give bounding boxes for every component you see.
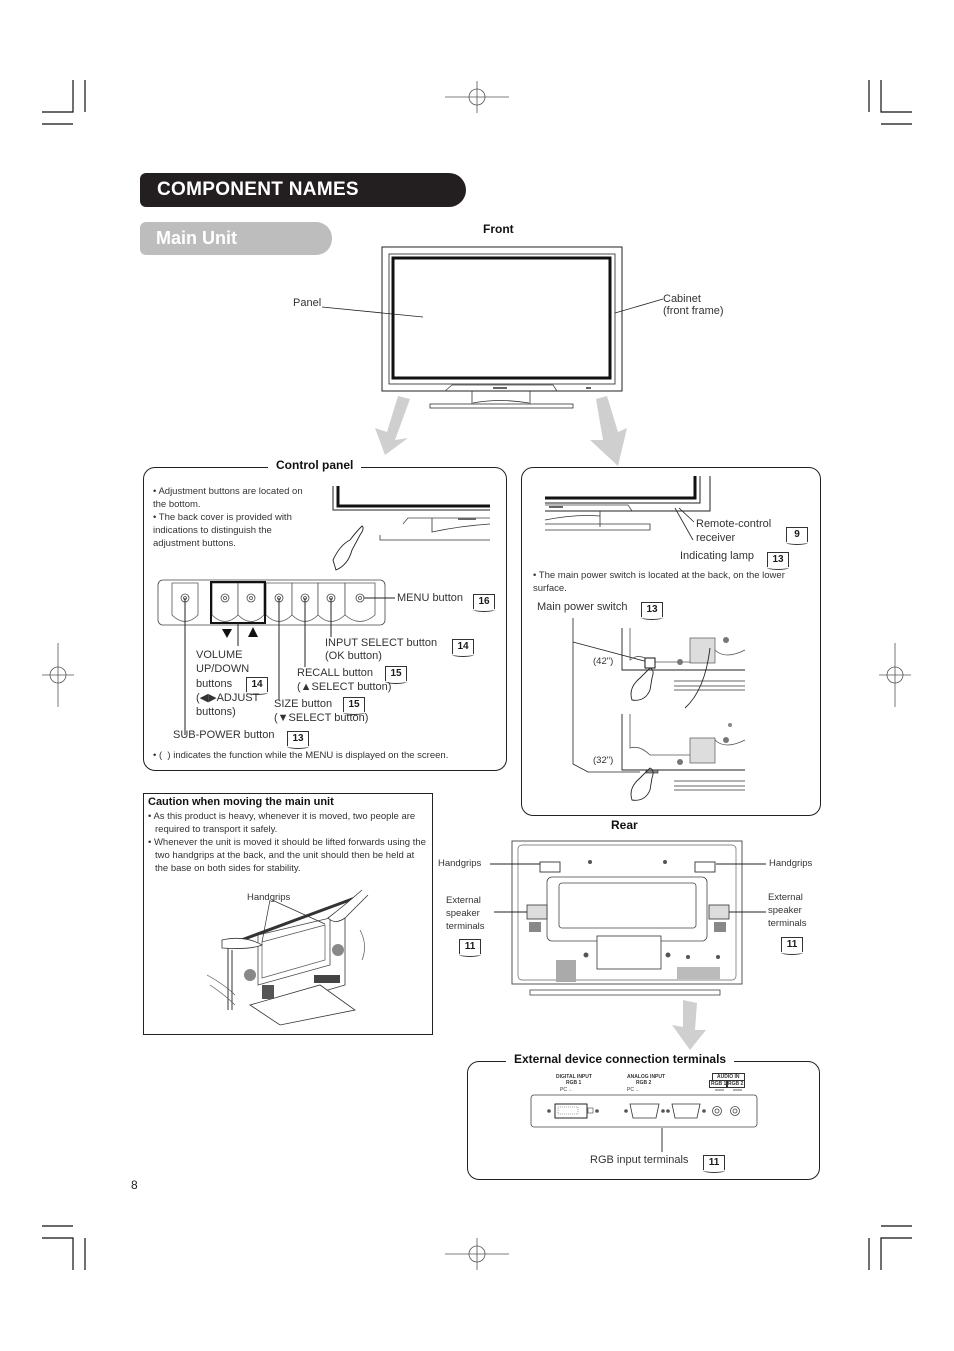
page-number: 8 bbox=[131, 1178, 138, 1192]
rgb-input-ref-badge: 11 bbox=[703, 1155, 725, 1173]
rgb-input-terminals-label: RGB input terminals bbox=[590, 1154, 689, 1166]
terminals-illustration bbox=[530, 1089, 758, 1152]
registration-mark-bottom bbox=[445, 1238, 509, 1270]
